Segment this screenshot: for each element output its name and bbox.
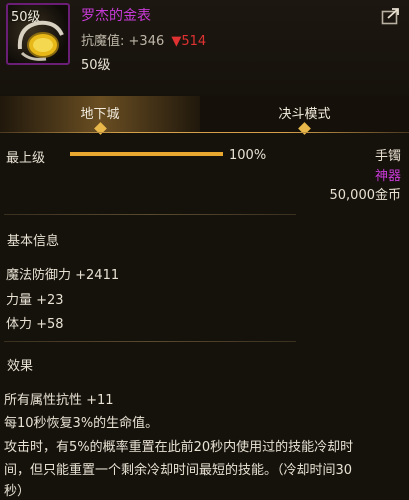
resist-row: 抗魔值: +346 ▼514 [81,30,206,49]
item-header: 50级 罗杰的金表 抗魔值: +346 ▼514 50级 [0,0,409,94]
mode-tabs: 地下城 决斗模式 [0,96,409,135]
watch-icon [17,20,64,61]
tab-dungeon-label: 地下城 [80,107,120,122]
resist-delta: ▼514 [171,34,207,49]
resist-value: +346 [128,34,165,49]
section-divider [4,341,296,342]
tab-dungeon[interactable]: 地下城 [0,96,200,135]
upgrade-progress-fill [70,152,223,156]
effect-line: 所有属性抗性 +11 [4,393,114,408]
effect-title: 效果 [7,359,34,374]
tab-duel-label: 决斗模式 [278,107,331,122]
stat-strength: 力量 +23 [6,293,64,308]
share-icon[interactable] [381,7,401,25]
upgrade-progress-bar [70,152,223,156]
stat-magic-defense: 魔法防御力 +2411 [6,268,120,283]
tab-separator [0,132,409,133]
effect-line: 攻击时，有5%的概率重置在此前20秒内使用过的技能冷却时 [4,440,354,455]
upgrade-label: 最上级 [6,151,46,166]
effect-line: 每10秒恢复3%的生命值。 [4,416,159,431]
item-icon-frame: 50级 [6,3,70,65]
effect-line: 间，但只能重置一个剩余冷却时间最短的技能。（冷却时间30 [4,463,353,478]
basic-info-title: 基本信息 [7,234,60,249]
slot-rarity: 神器 [374,169,401,184]
item-level-text: 50级 [81,58,111,73]
item-name: 罗杰的金表 [81,8,151,24]
section-divider [4,214,296,215]
tab-duel[interactable]: 决斗模式 [200,96,409,135]
slot-price: 50,000金币 [329,188,402,203]
resist-label: 抗魔值: [81,34,125,49]
effect-line: 秒） [4,484,31,499]
stat-vitality: 体力 +58 [6,317,64,332]
slot-type: 手镯 [374,149,401,164]
upgrade-percent: 100% [229,148,267,163]
